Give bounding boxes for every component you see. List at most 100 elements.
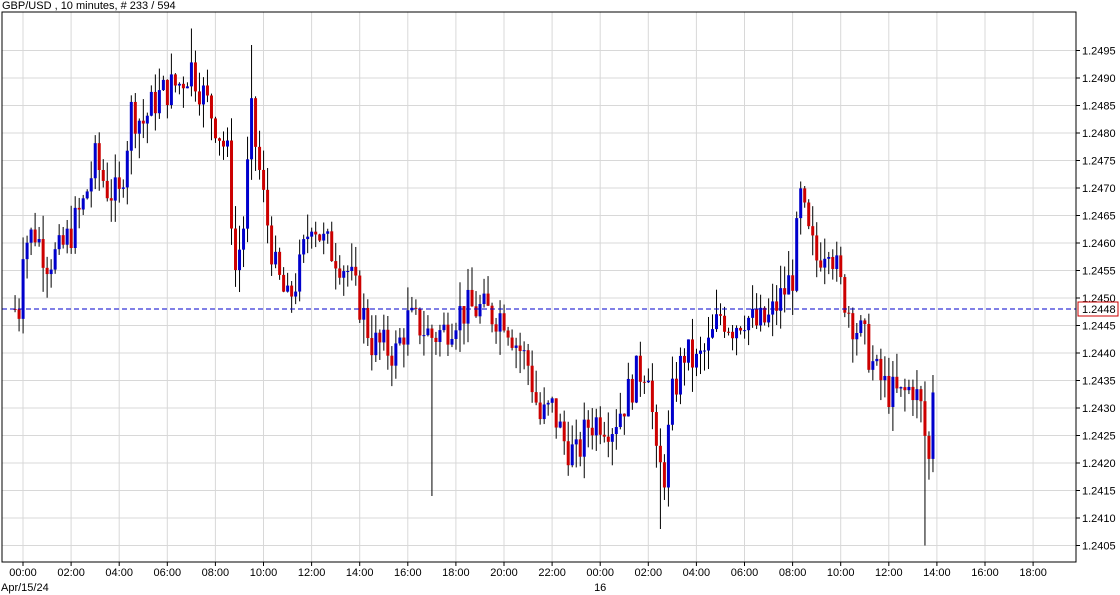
candle-body — [658, 445, 662, 463]
candle-body — [85, 191, 89, 199]
candle-body — [927, 435, 931, 459]
candle-body — [871, 361, 875, 370]
candle-body — [815, 235, 819, 261]
candle-body — [670, 378, 674, 425]
candle-body — [165, 79, 169, 106]
candle-body — [618, 413, 622, 428]
candle-body — [205, 85, 209, 96]
candle-body — [386, 329, 390, 356]
candle-body — [109, 198, 113, 201]
y-tick-label: 1.2405 — [1082, 541, 1116, 553]
candle-body — [682, 355, 686, 363]
candle-body — [322, 233, 326, 241]
candle-body — [262, 169, 266, 190]
candle-body — [258, 146, 262, 170]
candle-body — [274, 251, 278, 265]
candle-body — [310, 231, 314, 237]
candle-body — [795, 218, 799, 291]
candle-body — [133, 101, 137, 134]
candle-body — [69, 228, 73, 249]
candle-body — [887, 375, 891, 408]
candle-body — [574, 439, 578, 445]
candle-body — [839, 255, 843, 278]
candle-body — [466, 289, 470, 324]
candle-body — [402, 337, 406, 345]
candle-body — [129, 101, 133, 151]
candle-body — [763, 307, 767, 323]
x-tick-label: 06:00 — [731, 567, 759, 579]
candle-body — [93, 143, 97, 179]
x-tick-label: 10:00 — [827, 567, 855, 579]
candle-body — [566, 441, 570, 466]
candle-body — [546, 402, 550, 405]
candle-body — [827, 256, 831, 259]
candle-body — [698, 350, 702, 354]
candle-body — [226, 140, 230, 147]
candle-body — [626, 378, 630, 417]
y-tick-label: 1.2460 — [1082, 238, 1116, 250]
x-tick-label: 16:00 — [394, 567, 422, 579]
candle-body — [899, 387, 903, 389]
candle-body — [366, 307, 370, 339]
candle-body — [694, 353, 698, 368]
candle-body — [715, 314, 719, 330]
candle-body — [45, 267, 49, 275]
candle-body — [77, 207, 81, 210]
candle-body — [398, 337, 402, 344]
candle-body — [554, 398, 558, 428]
candle-body — [89, 178, 93, 192]
candle-body — [157, 90, 161, 114]
x-tick-label: 04:00 — [683, 567, 711, 579]
candle-body — [598, 417, 602, 435]
candle-body — [242, 228, 246, 250]
time-axis[interactable]: 00:00 02:00 04:00 06:00 08:00 10:00 12:00 14:00… — [1, 562, 1047, 594]
candle-body — [891, 376, 895, 408]
candlestick-chart: 1.2405 1.2410 1.2415 1.2420 1.2425 1.2430 1.24… — [1, 11, 1119, 594]
candle-body — [378, 332, 382, 343]
candle-body — [775, 301, 779, 311]
candle-body — [298, 254, 302, 292]
y-tick-label: 1.2430 — [1082, 403, 1116, 415]
candle-body — [510, 337, 514, 348]
candle-body — [197, 91, 201, 105]
candle-body — [582, 419, 586, 457]
candle-body — [530, 365, 534, 393]
candle-body — [430, 328, 434, 338]
candle-body — [350, 266, 354, 272]
candle-body — [735, 327, 739, 339]
candle-body — [474, 306, 478, 317]
candle-body — [105, 180, 109, 199]
candle-body — [771, 301, 775, 315]
candle-body — [169, 74, 173, 106]
candle-body — [895, 376, 899, 389]
candle-body — [562, 421, 566, 442]
candle-body — [81, 198, 85, 210]
y-tick-label: 1.2415 — [1082, 486, 1116, 498]
candle-body — [779, 288, 783, 311]
candle-body — [29, 229, 33, 243]
y-tick-label: 1.2420 — [1082, 458, 1116, 470]
candle-body — [578, 439, 582, 457]
candle-body — [586, 419, 590, 428]
candle-body — [755, 308, 759, 326]
candle-body — [318, 234, 322, 241]
candle-body — [514, 345, 518, 348]
candle-body — [101, 170, 105, 181]
x-tick-label: 06:00 — [154, 567, 182, 579]
candle-body — [21, 259, 25, 319]
candle-body — [426, 328, 430, 336]
x-tick-label: 16:00 — [971, 567, 999, 579]
date-label-start: Apr/15/24 — [1, 582, 49, 594]
candle-body — [654, 412, 658, 446]
y-tick-label: 1.2495 — [1082, 46, 1116, 58]
candle-body — [662, 462, 666, 488]
candle-body — [883, 375, 887, 381]
candle-body — [638, 355, 642, 382]
candle-body — [606, 436, 610, 442]
candle-body — [486, 293, 490, 306]
candle-body — [41, 239, 45, 268]
candle-body — [723, 315, 727, 332]
candle-body — [731, 331, 735, 339]
price-axis[interactable]: 1.2405 1.2410 1.2415 1.2420 1.2425 1.2430 1.24… — [1076, 46, 1116, 553]
candle-body — [843, 277, 847, 313]
